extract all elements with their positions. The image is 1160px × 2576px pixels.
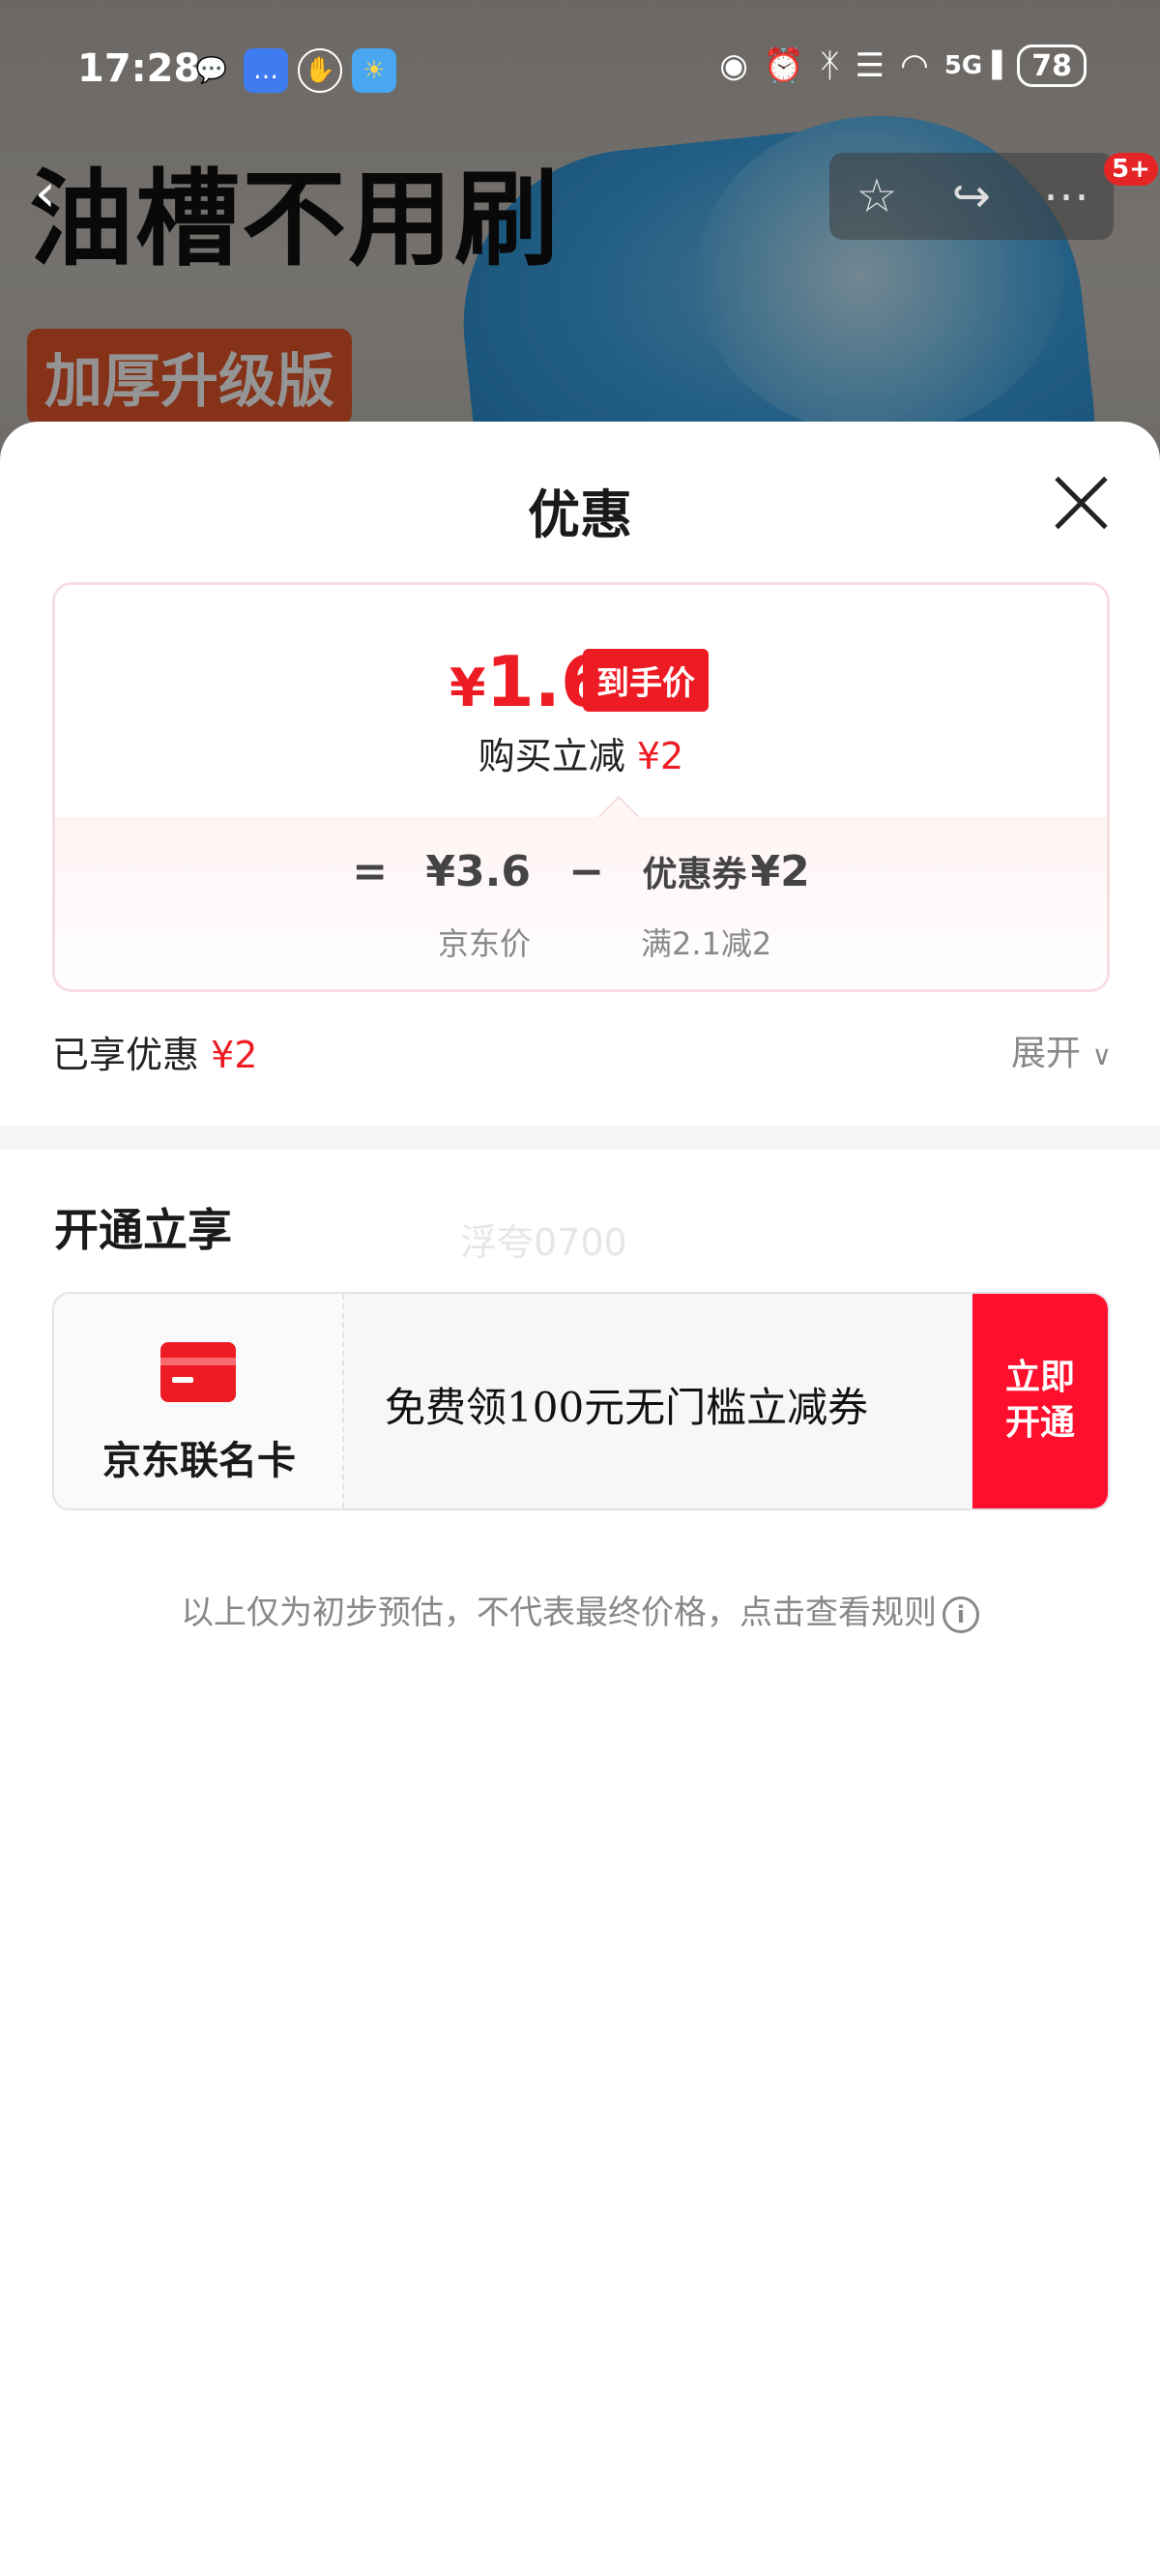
close-icon[interactable] bbox=[1050, 472, 1112, 534]
open-now-button[interactable]: 立即 开通 bbox=[972, 1294, 1108, 1508]
membership-section-title: 开通立享 bbox=[54, 1204, 232, 1256]
reduce-label: 购买立减 bbox=[478, 735, 625, 777]
cobrand-card-offer[interactable]: 京东联名卡 免费领100元无门槛立减券 立即 开通 bbox=[52, 1292, 1110, 1510]
coupon-label: 优惠券 bbox=[642, 855, 747, 894]
hand-icon: ✋ bbox=[298, 48, 342, 93]
network-type: 5G bbox=[943, 51, 983, 80]
price-card-lower bbox=[55, 817, 1107, 989]
watermark-text: 浮夸0700 bbox=[460, 1221, 627, 1264]
message-icon: … bbox=[244, 48, 288, 93]
offer-description: 免费领100元无门槛立减券 bbox=[385, 1384, 869, 1431]
enjoyed-label: 已享优惠 bbox=[52, 1034, 200, 1076]
disclaimer-text: 以上仅为初步预估，不代表最终价格，点击查看规则 bbox=[181, 1594, 937, 1632]
expand-button[interactable]: 展开 ∨ bbox=[1011, 1025, 1112, 1075]
status-bar: 17:28 💬 … ✋ ☀ ◉ ⏰ ᛡ ☰ ◠ 5G▐ 78 bbox=[0, 39, 1160, 106]
wechat-icon: 💬 bbox=[195, 56, 228, 85]
reduce-value: ¥2 bbox=[636, 735, 684, 777]
card-badge-area: 京东联名卡 bbox=[54, 1294, 344, 1508]
signal-icon: 5G▐ bbox=[943, 51, 1002, 80]
wifi-icon: ◠ bbox=[900, 46, 929, 85]
jd-price-value: ¥3.6 bbox=[425, 847, 531, 896]
equals-sign: = bbox=[352, 847, 389, 896]
notification-icons: 💬 … ✋ ☀ bbox=[189, 48, 396, 93]
favorite-star-icon[interactable]: ☆ bbox=[838, 169, 915, 223]
open-button-line2: 开通 bbox=[1004, 1403, 1075, 1443]
back-icon[interactable]: ‹ bbox=[35, 162, 56, 223]
message-count-badge: 5+ bbox=[1104, 153, 1158, 186]
weather-icon: ☀ bbox=[352, 48, 396, 93]
bluetooth-icon: ᛡ bbox=[820, 46, 840, 85]
open-button-line1: 立即 bbox=[1004, 1358, 1075, 1398]
eye-icon: ◉ bbox=[719, 46, 748, 85]
jd-price-label: 京东价 bbox=[438, 925, 532, 962]
info-icon[interactable]: i bbox=[942, 1595, 979, 1633]
final-price-tag: 到手价 bbox=[583, 649, 709, 712]
status-time: 17:28 bbox=[77, 46, 201, 91]
battery-icon: 78 bbox=[1017, 44, 1087, 87]
enjoyed-discount: 已享优惠 ¥2 bbox=[52, 1025, 257, 1078]
expand-label: 展开 bbox=[1011, 1034, 1082, 1073]
instant-reduce-line: 购买立减 ¥2 bbox=[55, 726, 1107, 779]
minus-sign: − bbox=[568, 847, 605, 896]
credit-card-icon bbox=[160, 1342, 236, 1402]
alarm-icon: ⏰ bbox=[763, 46, 805, 85]
card-name: 京东联名卡 bbox=[102, 1439, 296, 1483]
enjoyed-value: ¥2 bbox=[211, 1034, 258, 1076]
price-formula: = ¥3.6 − 优惠券¥2 bbox=[55, 846, 1107, 896]
rules-disclaimer[interactable]: 以上仅为初步预估，不代表最终价格，点击查看规则 i bbox=[0, 1586, 1160, 1633]
sheet-title: 优惠 bbox=[528, 484, 632, 545]
battery-level: 78 bbox=[1031, 48, 1072, 83]
share-icon[interactable]: ↪ bbox=[933, 169, 1010, 223]
currency-symbol: ¥ bbox=[450, 658, 486, 718]
more-icon[interactable]: ⋯ bbox=[1028, 169, 1105, 223]
coupon-condition: 满2.1减2 bbox=[641, 925, 772, 962]
price-breakdown-card: ¥1.6 到手价 购买立减 ¥2 = ¥3.6 − 优惠券¥2 京东价 满2.1… bbox=[52, 582, 1110, 992]
discount-sheet: 优惠 ¥1.6 到手价 购买立减 ¥2 = ¥3.6 − 优惠券¥2 京东价 满… bbox=[0, 422, 1160, 2576]
chevron-down-icon: ∨ bbox=[1091, 1039, 1113, 1071]
top-actions: ☆ ↪ ⋯ bbox=[829, 153, 1114, 240]
vibrate-icon: ☰ bbox=[855, 46, 885, 85]
section-divider bbox=[0, 1126, 1160, 1149]
status-indicators: ◉ ⏰ ᛡ ☰ ◠ 5G▐ 78 bbox=[719, 44, 1087, 87]
coupon-value: ¥2 bbox=[750, 847, 810, 896]
